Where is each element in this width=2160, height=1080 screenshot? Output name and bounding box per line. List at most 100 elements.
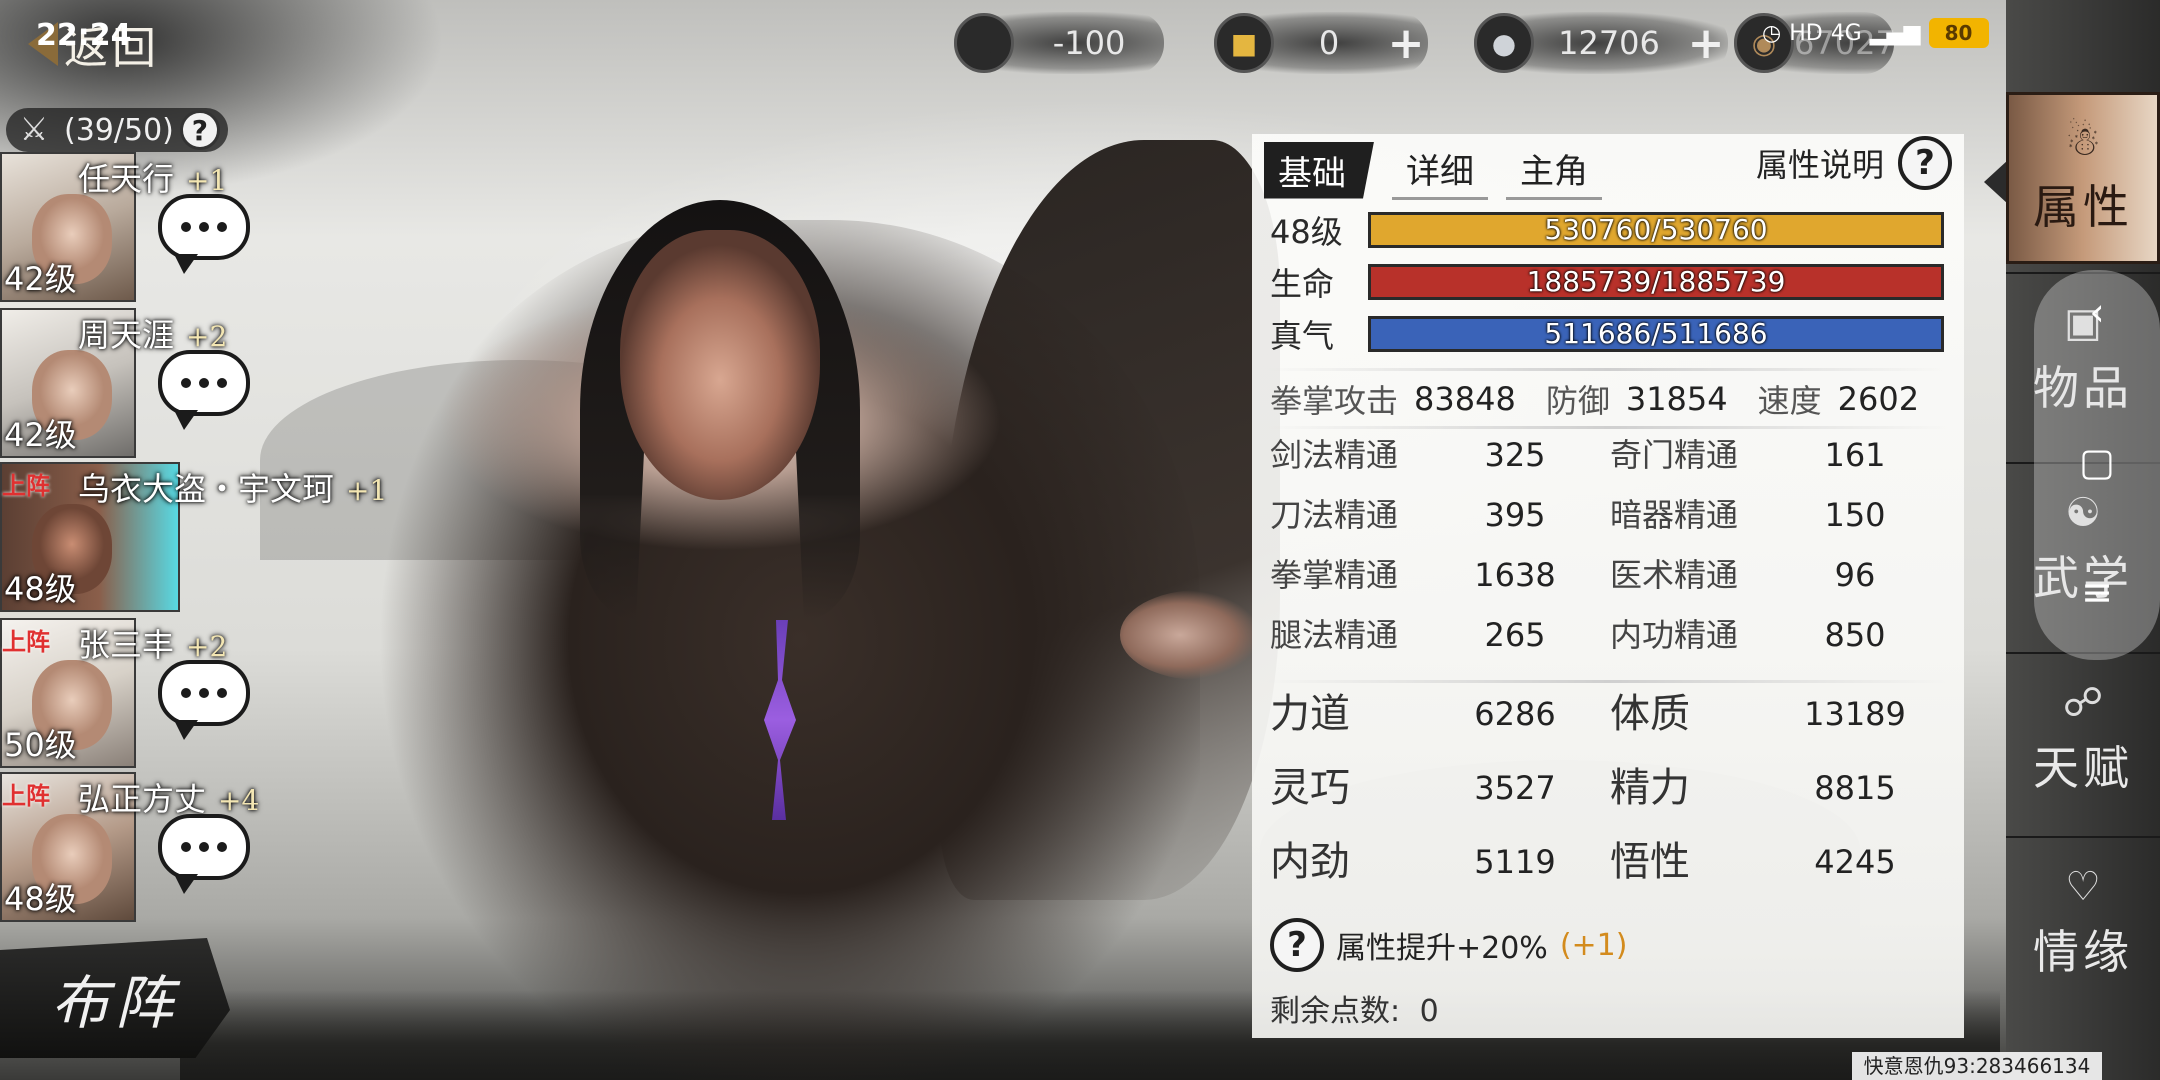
attribute-bonus-row[interactable]: ? 属性提升+20% (+1) (1270, 918, 1627, 972)
base-attr-value: 4245 (1814, 843, 1896, 881)
menu-label: 情缘 (2033, 925, 2133, 979)
mastery-value: 395 (1484, 496, 1546, 534)
menu-item-romance[interactable]: ♡ 情缘 (2006, 836, 2160, 1008)
roster-member[interactable]: 上阵 张三丰 +2 50级 (0, 618, 280, 768)
heart-icon: ♡ (2065, 864, 2101, 910)
chat-bubble-icon[interactable] (158, 194, 250, 274)
signal-icon: ▂▄▆ (1869, 20, 1921, 46)
mastery-label: 奇门精通 (1610, 436, 1739, 474)
deployed-tag: 上阵 (2, 472, 50, 500)
exp-value: 530760/530760 (1544, 213, 1768, 246)
base-attribute-grid: 力道 6286 体质 13189 灵巧 3527 精力 8815 内劲 5119… (1270, 690, 1950, 886)
currency-value: -100 (1052, 24, 1126, 62)
mastery-label: 剑法精通 (1270, 436, 1399, 474)
chat-bubble-icon[interactable] (158, 350, 250, 430)
menu-label: 天赋 (2033, 741, 2133, 795)
chat-bubble-icon[interactable] (158, 660, 250, 740)
roster-help-icon[interactable]: ? (179, 110, 220, 150)
floating-nav-bar: ‹ ▢ ≡ (2034, 270, 2160, 660)
deployed-tag: 上阵 (2, 628, 50, 656)
system-status: ◷ HD 4G ▂▄▆ 80 (1762, 18, 1989, 48)
member-name: 乌衣大盗・宇文珂 +1 (78, 470, 388, 508)
attribute-explain-label: 属性说明 (1755, 146, 1884, 184)
tab-detail[interactable]: 详细 (1392, 140, 1488, 200)
attribute-explain-button[interactable]: 属性说明 ? (1756, 136, 1952, 190)
currency-value: 12706 (1558, 24, 1660, 62)
bonus-plus: (+1) (1559, 927, 1628, 963)
hp-bar: 1885739/1885739 (1368, 264, 1944, 300)
points-label: 剩余点数: (1270, 994, 1401, 1029)
menu-label: 属性 (2033, 180, 2133, 234)
character-portrait (260, 120, 1280, 1080)
deployed-tag: 上阵 (2, 782, 50, 810)
add-silver-button[interactable]: + (1684, 18, 1728, 69)
hp-value: 1885739/1885739 (1526, 265, 1786, 298)
base-attr-label: 内劲 (1270, 839, 1350, 885)
mastery-value: 161 (1824, 436, 1886, 474)
roster-icon: ⚔ (19, 110, 49, 148)
player-id: 快意恩仇93:283466134 (1852, 1052, 2102, 1080)
tab-basic[interactable]: 基础 (1264, 141, 1374, 199)
menu-item-attributes[interactable]: ☃ 属性 (2006, 92, 2160, 264)
battery-indicator: 80 (1928, 18, 1989, 48)
attribute-icon: ☃ (2065, 119, 2101, 165)
nav-menu-icon[interactable]: ≡ (2034, 570, 2160, 614)
bonus-text: 属性提升+20% (1336, 931, 1548, 966)
currency-value: 0 (1318, 24, 1340, 62)
roster-member[interactable]: 周天涯 +2 42级 (0, 308, 280, 458)
divider (1266, 426, 1948, 429)
top-bar: 返回 22:24 ▣ -100 ■ 0 + ● 12706 + ◉ 67027 … (0, 0, 2000, 80)
roster-count: ⚔ (39/50) ? (6, 108, 228, 152)
exp-bar: 530760/530760 (1368, 212, 1944, 248)
combat-stats: 拳掌攻击 83848 防御 31854 速度 2602 (1270, 376, 1950, 422)
nav-back-icon[interactable]: ‹ (2034, 290, 2160, 334)
qi-bar: 511686/511686 (1368, 316, 1944, 352)
qi-bar-row: 真气 511686/511686 (1270, 312, 1950, 356)
base-attr-label: 悟性 (1610, 839, 1690, 885)
base-attr-value: 5119 (1474, 843, 1556, 881)
silver-ingot-icon: ● (1474, 13, 1534, 73)
menu-item-talent[interactable]: ☍ 天赋 (2006, 652, 2160, 824)
stats-panel: 基础 详细 主角 属性说明 ? 48级 530760/530760 生命 188… (1252, 134, 1964, 1038)
face (620, 230, 820, 500)
hd-indicator: HD (1789, 20, 1823, 46)
stat-value: 2602 (1837, 380, 1920, 418)
member-level: 48级 (4, 570, 77, 608)
roster-member-selected[interactable]: 上阵 乌衣大盗・宇文珂 +1 48级 (0, 462, 387, 612)
mastery-label: 医术精通 (1610, 556, 1739, 594)
hp-label: 生命 (1270, 265, 1335, 303)
mastery-value: 150 (1824, 496, 1886, 534)
stat-value: 83848 (1414, 380, 1516, 418)
help-icon: ? (1898, 136, 1952, 190)
roster-count-text: (39/50) (64, 112, 174, 148)
mastery-grid: 剑法精通 325 奇门精通 161 刀法精通 395 暗器精通 150 拳掌精通… (1270, 434, 1950, 656)
add-gold-button[interactable]: + (1384, 18, 1428, 69)
collapse-arrow-icon[interactable] (1984, 160, 2008, 204)
member-level: 50级 (4, 726, 77, 764)
base-attr-label: 灵巧 (1270, 765, 1350, 811)
mastery-value: 265 (1484, 616, 1546, 654)
base-attr-label: 力道 (1270, 691, 1350, 737)
chat-bubble-icon[interactable] (158, 814, 250, 894)
mastery-value: 96 (1834, 556, 1876, 594)
stats-tabs: 基础 详细 主角 (1264, 140, 1602, 200)
qi-label: 真气 (1270, 317, 1335, 355)
currency-silver: ● 12706 + (1474, 12, 1728, 74)
stat-label: 速度 (1757, 382, 1822, 420)
roster-member[interactable]: 上阵 弘正方丈 +4 48级 (0, 772, 280, 922)
bonus-help-icon: ? (1270, 918, 1324, 972)
roster-member[interactable]: 任天行 +1 42级 (0, 152, 280, 302)
mastery-value: 850 (1824, 616, 1886, 654)
base-attr-value: 3527 (1474, 769, 1556, 807)
member-level: 42级 (4, 416, 77, 454)
remaining-points-row: 剩余点数: 0 (1270, 986, 1439, 1030)
member-name: 弘正方丈 +4 (78, 780, 260, 818)
gold-ingot-icon: ■ (1214, 13, 1274, 73)
mastery-label: 内功精通 (1610, 616, 1739, 654)
talent-icon: ☍ (2062, 680, 2104, 726)
alarm-icon: ◷ (1762, 20, 1782, 46)
tab-protagonist[interactable]: 主角 (1506, 140, 1602, 200)
formation-button[interactable]: 布阵 (0, 938, 230, 1058)
base-attr-value: 6286 (1474, 695, 1556, 733)
nav-home-icon[interactable]: ▢ (2034, 440, 2160, 484)
